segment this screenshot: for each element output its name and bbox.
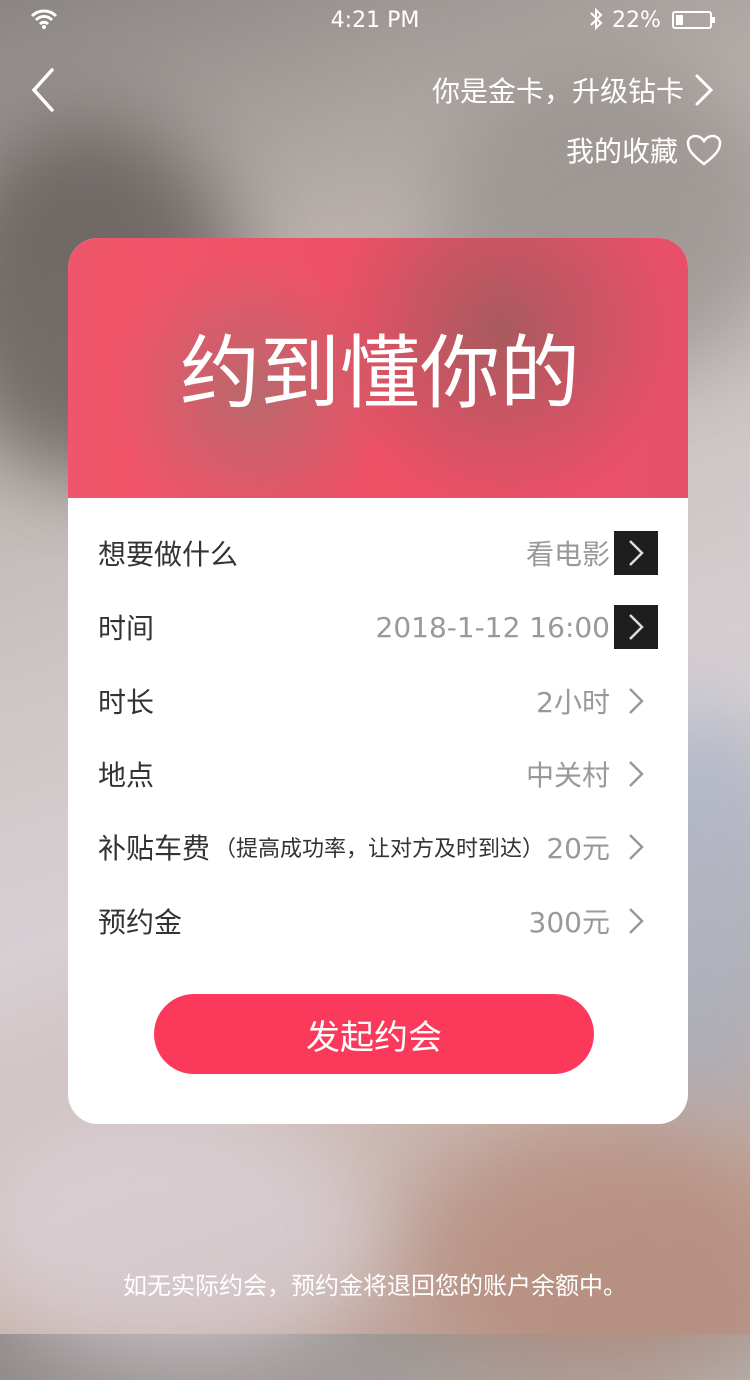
- chevron-right-icon: [614, 899, 658, 943]
- appointment-card: 约到懂你的 想要做什么 看电影 时间 2018-1-12 16:00 时长 2小…: [68, 238, 688, 1124]
- row-label: 时间: [98, 612, 155, 645]
- chevron-right-icon: [695, 74, 714, 106]
- row-label: 预约金: [98, 906, 183, 939]
- bluetooth-icon: [588, 6, 604, 38]
- status-bar: 4:21 PM 22%: [0, 0, 750, 40]
- row-value: 2小时: [536, 686, 610, 719]
- chevron-right-icon: [614, 825, 658, 869]
- battery-icon: [672, 11, 715, 29]
- chevron-right-icon: [614, 605, 658, 649]
- back-button[interactable]: [28, 66, 68, 114]
- row-activity[interactable]: 想要做什么 看电影: [98, 528, 658, 578]
- hero-banner: 约到懂你的: [68, 238, 688, 498]
- row-location[interactable]: 地点 中关村: [98, 749, 658, 799]
- upgrade-link[interactable]: 你是金卡，升级钻卡: [432, 70, 714, 110]
- row-deposit[interactable]: 预约金 300元: [98, 896, 658, 946]
- favorites-label: 我的收藏: [565, 135, 678, 168]
- row-value: 中关村: [525, 759, 610, 792]
- row-label: 想要做什么: [98, 538, 239, 571]
- chevron-right-icon: [614, 679, 658, 723]
- row-value: 2018-1-12 16:00: [375, 610, 611, 644]
- favorites-link[interactable]: 我的收藏: [566, 130, 722, 170]
- row-duration[interactable]: 时长 2小时: [98, 676, 658, 726]
- row-note: （提高成功率，让对方及时到达）: [214, 837, 545, 862]
- row-label: 补贴车费: [98, 832, 211, 865]
- row-value: 20元: [546, 832, 610, 865]
- row-time[interactable]: 时间 2018-1-12 16:00: [98, 602, 658, 652]
- chevron-right-icon: [614, 752, 658, 796]
- battery-percent: 22%: [612, 8, 661, 33]
- row-label: 时长: [98, 686, 155, 719]
- back-chevron-icon: [31, 68, 54, 112]
- chevron-right-icon: [614, 531, 658, 575]
- row-value: 看电影: [525, 538, 610, 571]
- start-date-button[interactable]: 发起约会: [154, 994, 594, 1074]
- row-value: 300元: [528, 906, 610, 939]
- refund-notice: 如无实际约会，预约金将退回您的账户余额中。: [123, 1272, 627, 1300]
- row-label: 地点: [98, 759, 155, 792]
- upgrade-link-label: 你是金卡，升级钻卡: [431, 75, 684, 108]
- hero-title: 约到懂你的: [180, 327, 580, 420]
- row-fare-subsidy[interactable]: 补贴车费 （提高成功率，让对方及时到达） 20元: [98, 822, 658, 872]
- heart-icon: [686, 134, 722, 166]
